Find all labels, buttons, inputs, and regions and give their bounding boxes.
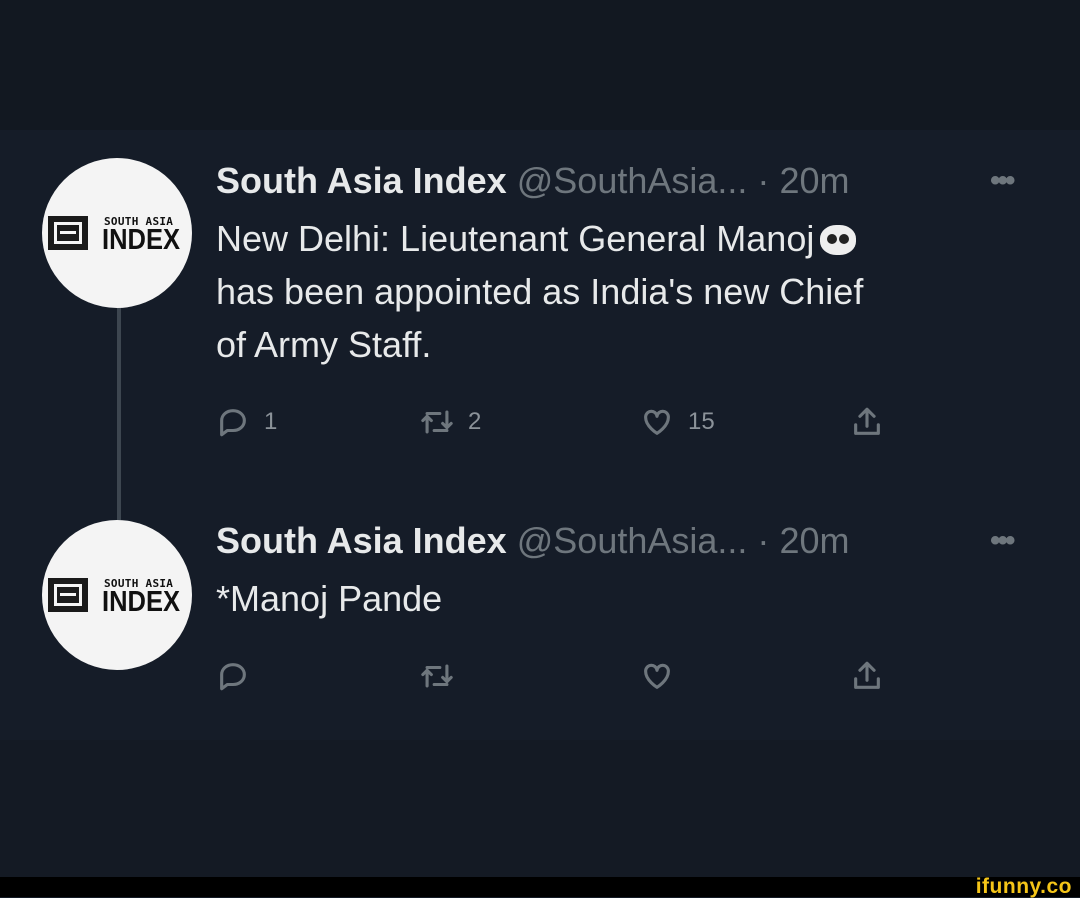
timestamp[interactable]: 20m bbox=[779, 160, 849, 201]
tweet-text: *Manoj Pande bbox=[216, 572, 1016, 625]
retweet-button[interactable] bbox=[420, 656, 454, 696]
avatar-logo-big-text: INDEX bbox=[102, 586, 181, 618]
reply-button[interactable] bbox=[216, 656, 250, 696]
display-name[interactable]: South Asia Index bbox=[216, 160, 507, 201]
tweet-actions: 1 2 15 bbox=[216, 402, 1016, 442]
reply-count: 1 bbox=[264, 408, 278, 435]
reply-button[interactable]: 1 bbox=[216, 402, 277, 442]
tweet-text-line: has been appointed as India's new Chief bbox=[216, 271, 864, 312]
share-button[interactable] bbox=[850, 402, 884, 442]
heart-icon bbox=[644, 663, 670, 689]
tweet-text-line: New Delhi: Lieutenant General Manoj bbox=[216, 218, 815, 259]
watermark: ifunny.co bbox=[975, 875, 1072, 898]
share-button[interactable] bbox=[850, 656, 884, 696]
user-handle[interactable]: @SouthAsia... bbox=[517, 160, 748, 201]
like-count: 15 bbox=[688, 408, 715, 435]
retweet-button[interactable]: 2 bbox=[420, 402, 481, 442]
bottom-band bbox=[0, 740, 1080, 877]
tweet-text-line: of Army Staff. bbox=[216, 324, 432, 365]
tweet-header: South Asia Index @SouthAsia... · 20m bbox=[216, 520, 849, 562]
more-options-icon[interactable]: ••• bbox=[990, 524, 1015, 558]
thread-connector-line bbox=[117, 306, 121, 520]
tweet-actions bbox=[216, 656, 1016, 696]
tweet-text: New Delhi: Lieutenant General Manoj has … bbox=[216, 212, 1016, 371]
avatar[interactable]: SOUTH ASIA INDEX bbox=[42, 520, 192, 670]
retweet-icon bbox=[421, 664, 453, 688]
top-band bbox=[0, 0, 1080, 130]
share-icon bbox=[854, 407, 880, 435]
like-button[interactable]: 15 bbox=[640, 402, 715, 442]
separator-dot: · bbox=[757, 160, 770, 201]
panda-face-icon bbox=[820, 225, 857, 255]
reply-icon bbox=[220, 409, 246, 437]
timestamp[interactable]: 20m bbox=[779, 520, 849, 561]
logo-icon bbox=[48, 578, 88, 612]
retweet-icon bbox=[421, 410, 453, 434]
more-options-icon[interactable]: ••• bbox=[990, 164, 1015, 198]
share-icon bbox=[854, 661, 880, 689]
like-button[interactable] bbox=[640, 656, 674, 696]
tweet-header: South Asia Index @SouthAsia... · 20m bbox=[216, 160, 849, 202]
footer-bar: ifunny.co bbox=[0, 875, 1080, 898]
separator-dot: · bbox=[757, 520, 770, 561]
user-handle[interactable]: @SouthAsia... bbox=[517, 520, 748, 561]
logo-icon bbox=[48, 216, 88, 250]
display-name[interactable]: South Asia Index bbox=[216, 520, 507, 561]
reply-icon bbox=[220, 663, 246, 691]
retweet-count: 2 bbox=[468, 408, 482, 435]
avatar[interactable]: SOUTH ASIA INDEX bbox=[42, 158, 192, 308]
avatar-logo-big-text: INDEX bbox=[102, 224, 181, 256]
tweet-text-line: *Manoj Pande bbox=[216, 578, 443, 619]
heart-icon bbox=[644, 409, 670, 435]
